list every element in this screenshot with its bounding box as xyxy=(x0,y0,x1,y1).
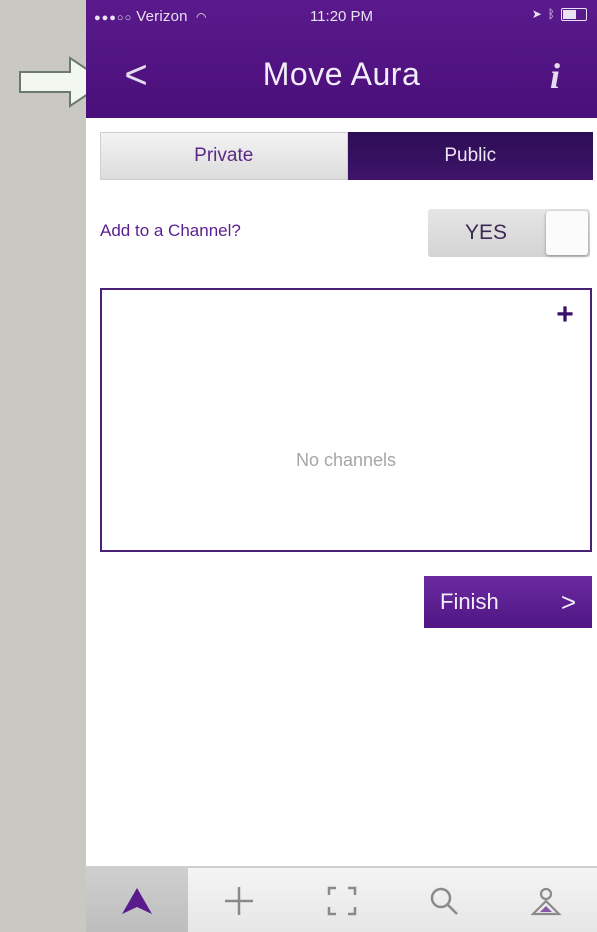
page-title: Move Aura xyxy=(262,56,421,92)
empty-channels-message: No channels xyxy=(295,450,397,470)
info-button[interactable]: i xyxy=(537,54,573,98)
tab-scan[interactable] xyxy=(290,868,392,932)
scan-frame-icon xyxy=(327,886,356,916)
status-bar: ●●●○○ Verizon ◠ 11:20 PM ➤ ᛒ xyxy=(86,0,597,34)
tab-profile[interactable] xyxy=(495,868,597,932)
toggle-knob[interactable] xyxy=(546,211,588,255)
tab-bar xyxy=(86,866,597,932)
tab-create[interactable] xyxy=(188,868,290,932)
header-bar: ●●●○○ Verizon ◠ 11:20 PM ➤ ᛒ < Move Aura … xyxy=(86,0,597,118)
finish-label: Finish xyxy=(440,589,499,614)
plus-icon xyxy=(225,887,254,915)
navigation-bar: < Move Aura i xyxy=(86,34,597,118)
segment-public[interactable]: Public xyxy=(347,132,593,180)
aura-home-icon xyxy=(122,888,153,914)
search-icon xyxy=(430,887,458,915)
add-to-channel-label: Add to a Channel? xyxy=(100,221,241,240)
finish-button[interactable]: Finish > xyxy=(424,576,592,628)
bluetooth-icon: ᛒ xyxy=(547,7,555,21)
visibility-segmented-control: Private Public xyxy=(100,132,593,180)
tab-search[interactable] xyxy=(393,868,495,932)
tab-home[interactable] xyxy=(86,868,189,932)
add-channel-button[interactable]: + xyxy=(550,300,580,330)
segment-private[interactable]: Private xyxy=(100,132,348,180)
add-to-channel-toggle[interactable]: YES xyxy=(428,209,590,257)
location-icon: ➤ xyxy=(531,7,542,21)
battery-icon xyxy=(561,7,587,21)
phone-screen: ●●●○○ Verizon ◠ 11:20 PM ➤ ᛒ < Move Aura … xyxy=(86,0,597,932)
status-indicators: ➤ ᛒ xyxy=(532,7,587,21)
status-time: 11:20 PM xyxy=(309,8,374,25)
chevron-right-icon: > xyxy=(560,586,576,617)
screenshot-stage: ●●●○○ Verizon ◠ 11:20 PM ➤ ᛒ < Move Aura … xyxy=(0,0,597,932)
channels-list: + No channels xyxy=(100,288,592,552)
profile-icon xyxy=(530,887,562,916)
toggle-value: YES xyxy=(464,221,508,244)
